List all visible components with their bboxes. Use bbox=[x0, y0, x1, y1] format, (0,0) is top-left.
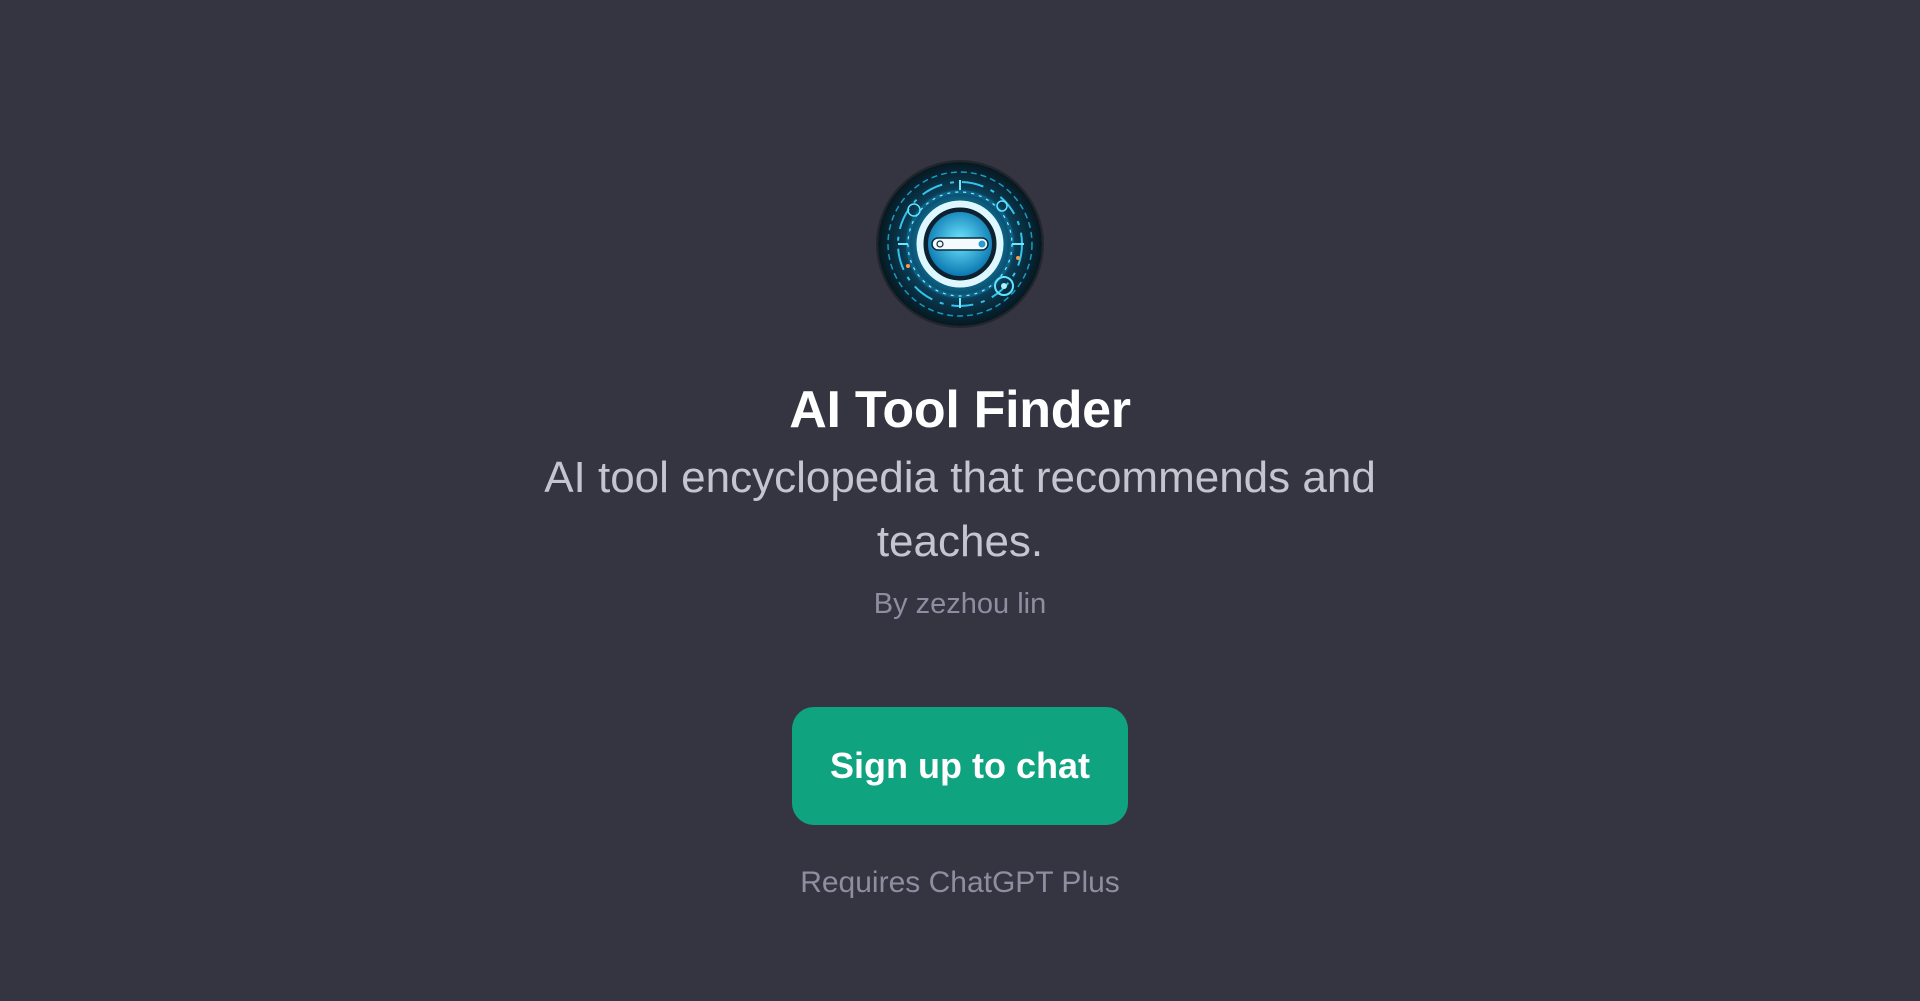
gpt-avatar bbox=[878, 162, 1042, 326]
gpt-landing-page: AI Tool Finder AI tool encyclopedia that… bbox=[0, 0, 1920, 1001]
gpt-description: AI tool encyclopedia that recommends and… bbox=[544, 453, 1376, 566]
gpt-title: AI Tool Finder bbox=[789, 381, 1131, 439]
sign-up-to-chat-button[interactable]: Sign up to chat bbox=[792, 707, 1128, 825]
requires-plus-note: Requires ChatGPT Plus bbox=[800, 866, 1120, 899]
ai-search-dial-icon bbox=[878, 162, 1042, 326]
gpt-author: By zezhou lin bbox=[873, 588, 1047, 620]
